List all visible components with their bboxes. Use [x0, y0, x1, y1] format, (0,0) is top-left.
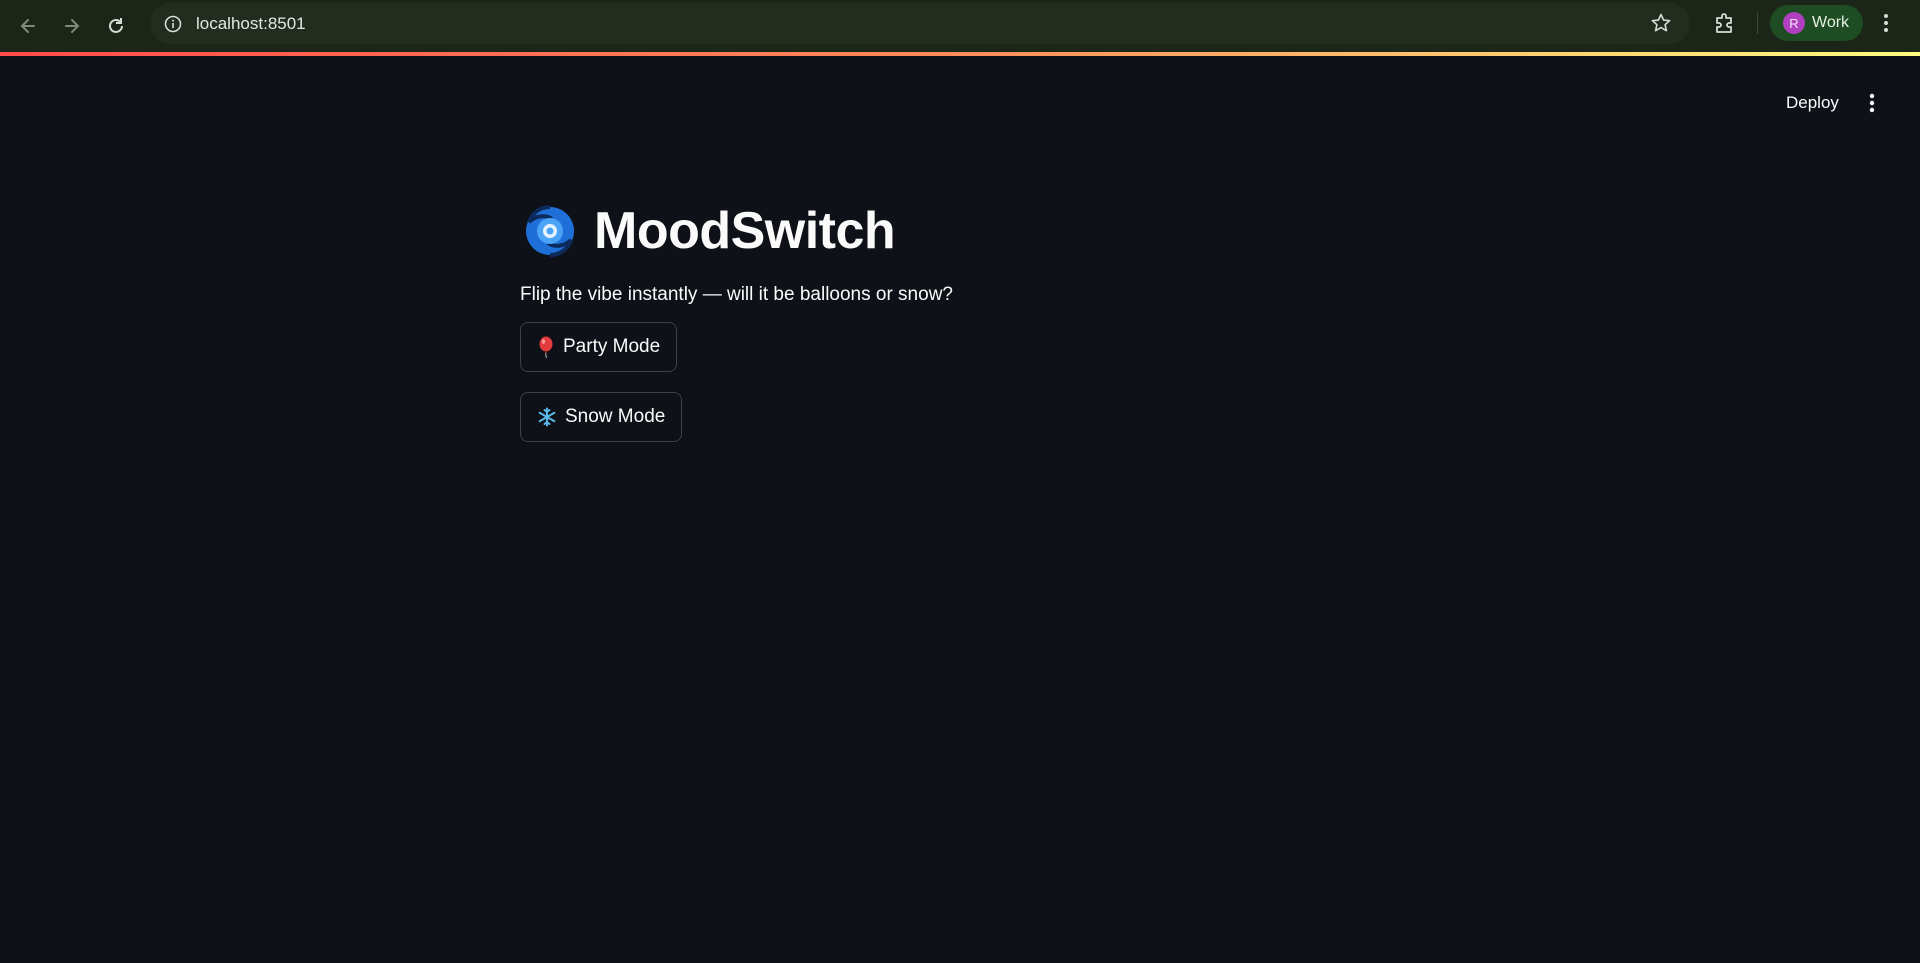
- snowflake-icon: [537, 407, 557, 427]
- browser-toolbar: localhost:8501 R Work: [0, 0, 1920, 52]
- forward-button[interactable]: [50, 4, 94, 48]
- extensions-puzzle-icon[interactable]: [1712, 10, 1738, 41]
- balloon-icon: [537, 336, 555, 358]
- title-row: MoodSwitch: [520, 196, 1400, 266]
- back-button[interactable]: [6, 4, 50, 48]
- page-subtitle: Flip the vibe instantly — will it be bal…: [520, 284, 953, 305]
- deploy-button[interactable]: Deploy: [1770, 85, 1855, 121]
- address-bar[interactable]: localhost:8501: [150, 3, 1690, 44]
- browser-menu-icon[interactable]: [1882, 12, 1890, 39]
- cyclone-icon: [526, 205, 574, 257]
- main-content: MoodSwitch Flip the vibe instantly — wil…: [520, 196, 1400, 442]
- url-text[interactable]: localhost:8501: [196, 14, 306, 34]
- app-header: Deploy: [0, 56, 1920, 140]
- toolbar-divider: [1757, 12, 1758, 34]
- party-mode-label: Party Mode: [563, 336, 661, 357]
- arrow-right-icon: [65, 19, 80, 33]
- profile-label: Work: [1812, 14, 1850, 31]
- profile-button[interactable]: R Work: [1770, 5, 1863, 41]
- bookmark-star-icon[interactable]: [1650, 12, 1672, 39]
- party-mode-button[interactable]: Party Mode: [520, 322, 678, 372]
- snow-mode-label: Snow Mode: [565, 406, 666, 427]
- arrow-left-icon: [20, 19, 35, 33]
- site-info-icon[interactable]: [162, 13, 184, 35]
- app-main-menu-icon[interactable]: [1860, 87, 1884, 119]
- reload-button[interactable]: [94, 4, 138, 48]
- avatar: R: [1783, 12, 1805, 34]
- reload-icon: [109, 18, 123, 33]
- page-title: MoodSwitch: [594, 202, 896, 260]
- snow-mode-button[interactable]: Snow Mode: [520, 392, 683, 442]
